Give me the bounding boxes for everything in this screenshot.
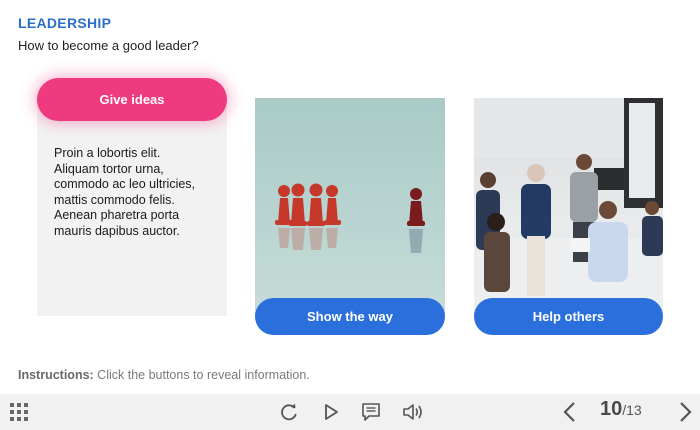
- audio-icon[interactable]: [402, 402, 424, 422]
- text-line: mattis commodo felis.: [54, 192, 175, 207]
- text-line: Aliquam tortor urna,: [54, 161, 164, 176]
- menu-grid-icon[interactable]: [10, 403, 28, 421]
- red-pawns-leader-image: [255, 98, 445, 316]
- help-others-button[interactable]: Help others: [474, 298, 663, 335]
- notes-icon[interactable]: [361, 402, 381, 422]
- give-ideas-text: Proin a lobortis elit. Aliquam tortor ur…: [54, 146, 224, 239]
- team-meeting-photo: [474, 98, 663, 316]
- text-line: Proin a lobortis elit.: [54, 146, 161, 160]
- text-line: mauris dapibus auctor.: [54, 223, 180, 238]
- player-bar: [0, 394, 700, 430]
- instructions: Instructions: Click the buttons to revea…: [18, 368, 310, 382]
- replay-icon[interactable]: [279, 402, 299, 422]
- pawn-group-icon: [275, 183, 425, 253]
- instructions-text: Click the buttons to reveal information.: [93, 368, 310, 382]
- play-icon[interactable]: [321, 402, 341, 422]
- next-icon[interactable]: [677, 401, 693, 423]
- page-counter: 10/13: [600, 398, 642, 426]
- prev-icon[interactable]: [562, 401, 578, 423]
- instructions-label: Instructions:: [18, 368, 94, 382]
- give-ideas-button[interactable]: Give ideas: [37, 78, 227, 121]
- subtitle: How to become a good leader?: [18, 38, 199, 53]
- current-page: 10: [600, 398, 623, 420]
- text-line: Aenean pharetra porta: [54, 208, 180, 222]
- section-title: LEADERSHIP: [18, 15, 112, 31]
- text-line: commodo ac leo ultricies,: [54, 177, 196, 191]
- total-pages: /13: [622, 402, 642, 418]
- show-the-way-button[interactable]: Show the way: [255, 298, 445, 335]
